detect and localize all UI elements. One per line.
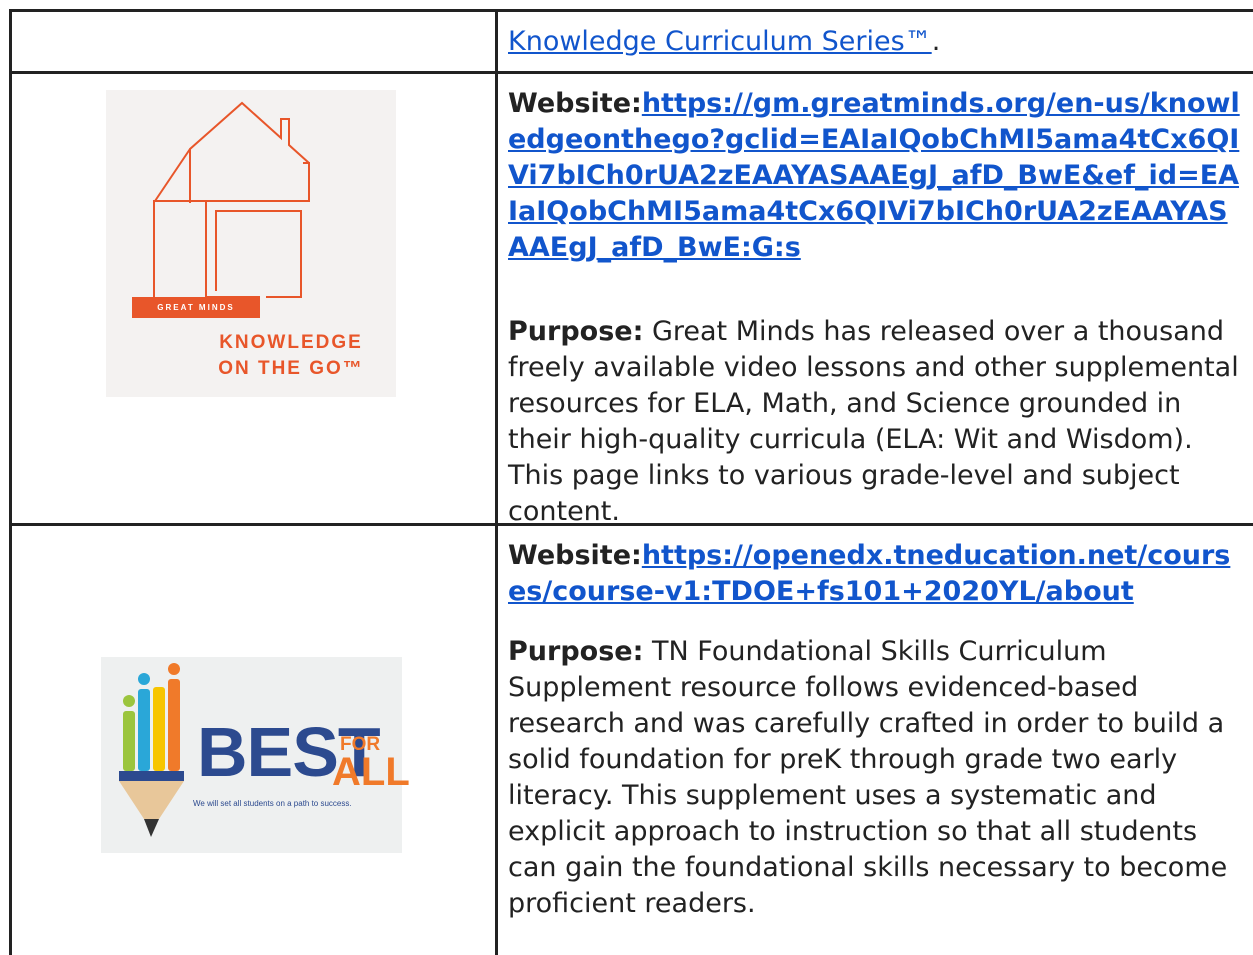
all-wordmark: ALL — [332, 750, 410, 794]
row3-website: Website:https://openedx.tneducation.net/… — [508, 538, 1248, 610]
purpose-text: Great Minds has released over a thousand… — [508, 316, 1239, 527]
website-label-2: Website: — [508, 540, 642, 571]
table-border-top — [9, 9, 1253, 12]
logo-line-2: ON THE GO™ — [218, 358, 364, 379]
table-border-left — [9, 9, 12, 955]
resource-table: Knowledge Curriculum Series™. GREAT MIND… — [0, 0, 1253, 955]
knowledge-on-the-go-wordmark: KNOWLEDGE ON THE GO™ — [211, 330, 371, 382]
row1-text: Knowledge Curriculum Series™. — [508, 24, 1253, 60]
row2-website: Website:https://gm.greatminds.org/en-us/… — [508, 86, 1248, 266]
row1-trailing: . — [931, 26, 941, 57]
logo-line-1: KNOWLEDGE — [219, 332, 363, 353]
purpose-text-2: TN Foundational Skills Curriculum Supple… — [508, 636, 1228, 919]
table-column-divider — [495, 9, 498, 955]
table-row-divider-1 — [9, 71, 1253, 74]
knowledge-curriculum-link[interactable]: Knowledge Curriculum Series™ — [508, 26, 932, 57]
best-for-all-logo: BEST FOR ALL We will set all students on… — [101, 657, 410, 853]
knowledge-on-the-go-logo: GREAT MINDS KNOWLEDGE ON THE GO™ — [106, 90, 396, 397]
purpose-label: Purpose: — [508, 316, 644, 347]
purpose-label-2: Purpose: — [508, 636, 644, 667]
row3-purpose: Purpose: TN Foundational Skills Curricul… — [508, 634, 1253, 922]
logo-tagline: We will set all students on a path to su… — [193, 799, 352, 808]
great-minds-strip: GREAT MINDS — [132, 297, 260, 318]
row2-purpose: Purpose: Great Minds has released over a… — [508, 314, 1248, 530]
website-label: Website: — [508, 88, 642, 119]
